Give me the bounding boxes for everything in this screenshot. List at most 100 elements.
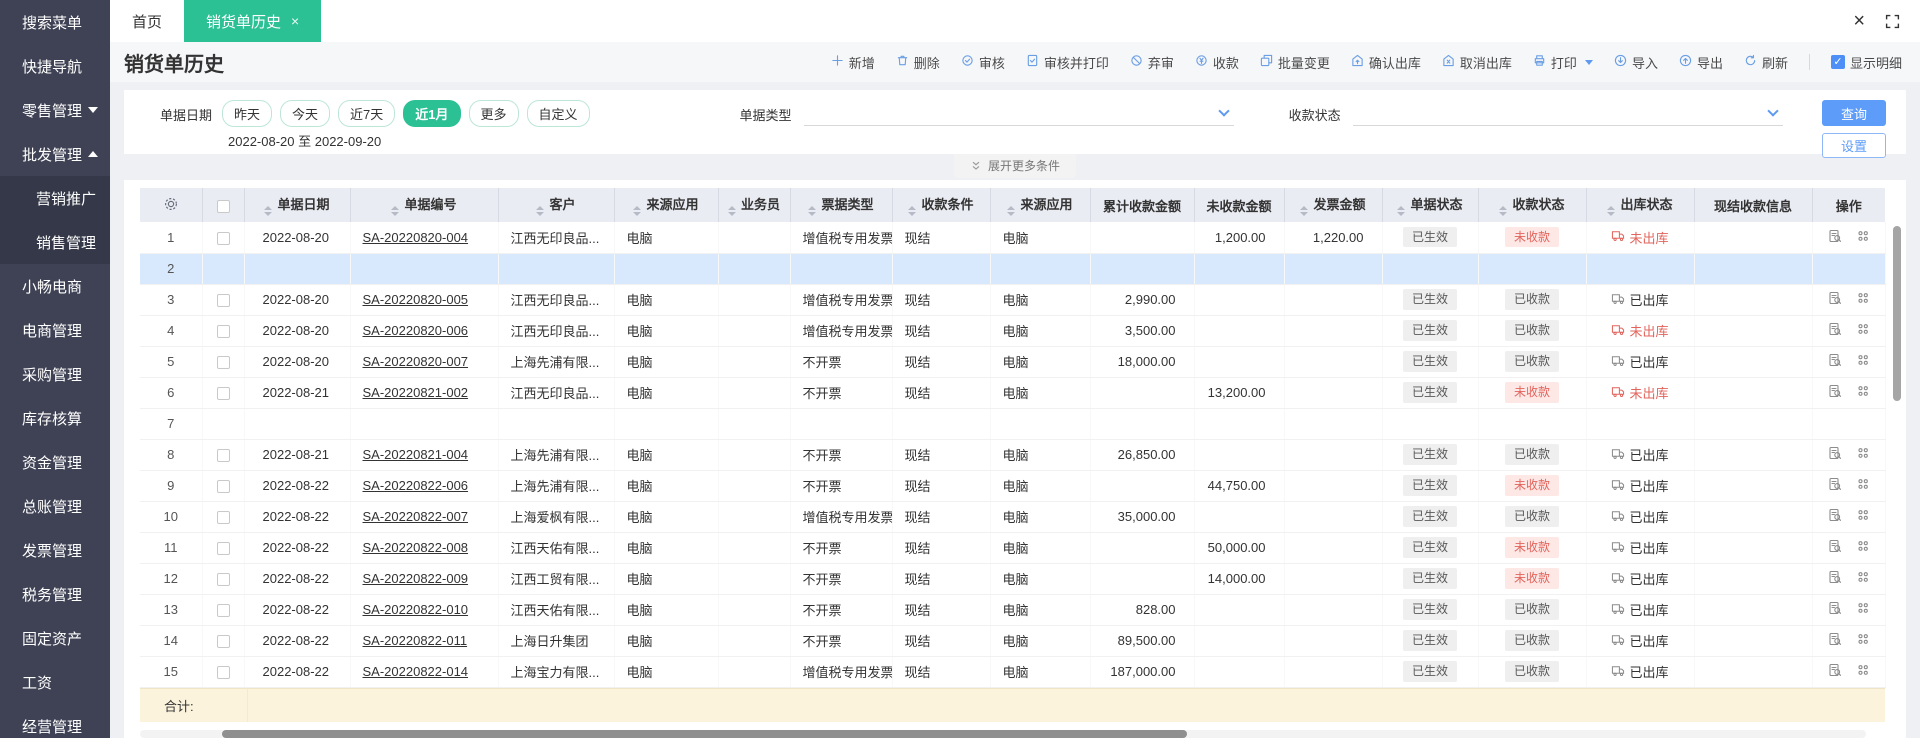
doc-number-link[interactable]: SA-20220821-002 <box>363 385 469 400</box>
view-detail-icon[interactable] <box>1828 446 1842 460</box>
doc-number-link[interactable]: SA-20220822-009 <box>363 571 469 586</box>
vertical-scrollbar-thumb[interactable] <box>1893 226 1901 401</box>
table-row[interactable]: 10 2022-08-22 SA-20220822-007 上海爱枫有限... 电脑 增值… <box>140 501 1886 533</box>
sidebar-item-13[interactable]: 税务管理 <box>0 572 110 616</box>
doc-number-link[interactable]: SA-20220822-014 <box>363 664 469 679</box>
sort-icon[interactable] <box>1607 206 1616 216</box>
date-pill[interactable]: 近1月 <box>403 100 461 127</box>
tab-close-icon[interactable]: × <box>291 13 299 29</box>
horizontal-scrollbar-thumb[interactable] <box>222 730 1187 738</box>
view-detail-icon[interactable] <box>1828 601 1842 615</box>
toolbar-import-button[interactable]: 导入 <box>1614 53 1658 72</box>
more-actions-icon[interactable] <box>1856 477 1870 491</box>
toolbar-audit-print-button[interactable]: 审核并打印 <box>1026 53 1109 72</box>
toolbar-plus-button[interactable]: 新增 <box>831 53 875 72</box>
view-detail-icon[interactable] <box>1828 663 1842 677</box>
toolbar-audit-button[interactable]: 审核 <box>961 53 1005 72</box>
more-actions-icon[interactable] <box>1856 322 1870 336</box>
view-detail-icon[interactable] <box>1828 632 1842 646</box>
view-detail-icon[interactable] <box>1828 508 1842 522</box>
pay-status-select[interactable] <box>1352 100 1783 126</box>
sort-icon[interactable] <box>908 206 917 216</box>
table-row[interactable]: 3 2022-08-20 SA-20220820-005 江西无印良品... 电脑 增值税… <box>140 284 1886 316</box>
checked-checkbox-icon[interactable]: ✓ <box>1830 55 1845 69</box>
sort-icon[interactable] <box>808 206 817 216</box>
settings-button[interactable]: 设置 <box>1822 133 1886 158</box>
toolbar-abandon-button[interactable]: 弃审 <box>1130 53 1174 72</box>
horizontal-scrollbar[interactable] <box>140 730 1866 738</box>
vertical-scrollbar[interactable] <box>1893 226 1903 728</box>
row-checkbox[interactable] <box>216 449 230 463</box>
table-row[interactable]: 11 2022-08-22 SA-20220822-008 江西天佑有限... 电脑 不开… <box>140 532 1886 564</box>
sidebar-item-12[interactable]: 发票管理 <box>0 528 110 572</box>
doc-number-link[interactable]: SA-20220822-006 <box>363 478 469 493</box>
row-checkbox[interactable] <box>216 356 230 370</box>
date-pill[interactable]: 昨天 <box>222 100 273 127</box>
view-detail-icon[interactable] <box>1828 229 1842 243</box>
column-header-source_app[interactable]: 来源应用 <box>614 188 719 222</box>
toolbar-batch-button[interactable]: 批量变更 <box>1260 53 1330 72</box>
doc-number-link[interactable]: SA-20220820-004 <box>363 230 469 245</box>
sidebar-item-9[interactable]: 库存核算 <box>0 396 110 440</box>
select-all-checkbox[interactable] <box>216 199 230 213</box>
doc-number-link[interactable]: SA-20220821-004 <box>363 447 469 462</box>
fullscreen-icon[interactable] <box>1885 14 1900 29</box>
row-checkbox[interactable] <box>216 325 230 339</box>
toolbar-print-button[interactable]: 打印 <box>1533 53 1593 72</box>
sidebar-item-4[interactable]: 营销推广 <box>0 176 110 220</box>
tab-home[interactable]: 首页 <box>110 0 184 42</box>
table-row[interactable]: 6 2022-08-21 SA-20220821-002 江西无印良品... 电脑 不开票… <box>140 377 1886 409</box>
row-checkbox[interactable] <box>216 604 230 618</box>
column-header-payment_terms[interactable]: 收款条件 <box>892 188 991 222</box>
table-row[interactable]: 5 2022-08-20 SA-20220820-007 上海先浦有限... 电脑 不开票… <box>140 346 1886 378</box>
column-header-invoice_type[interactable]: 票据类型 <box>790 188 893 222</box>
date-pill[interactable]: 更多 <box>468 100 519 127</box>
column-header-customer[interactable]: 客户 <box>498 188 615 222</box>
sidebar-item-0[interactable]: 搜索菜单 <box>0 0 110 44</box>
column-header-doc_status[interactable]: 单据状态 <box>1382 188 1479 222</box>
doc-number-link[interactable]: SA-20220822-008 <box>363 540 469 555</box>
column-header-salesperson[interactable]: 业务员 <box>718 188 791 222</box>
show-detail-toggle[interactable]: ✓ 显示明细 <box>1830 53 1902 72</box>
view-detail-icon[interactable] <box>1828 477 1842 491</box>
sort-icon[interactable] <box>727 206 736 216</box>
table-row[interactable]: 1 2022-08-20 SA-20220820-004 江西无印良品... 电脑 增值税… <box>140 222 1886 254</box>
table-row[interactable]: 4 2022-08-20 SA-20220820-006 江西无印良品... 电脑 增值税… <box>140 315 1886 347</box>
more-actions-icon[interactable] <box>1856 632 1870 646</box>
doc-number-link[interactable]: SA-20220822-007 <box>363 509 469 524</box>
table-row[interactable]: 13 2022-08-22 SA-20220822-010 江西天佑有限... 电脑 不开… <box>140 594 1886 626</box>
more-actions-icon[interactable] <box>1856 446 1870 460</box>
doc-type-select[interactable] <box>803 100 1234 126</box>
toolbar-export-button[interactable]: 导出 <box>1679 53 1723 72</box>
column-header-source_app2[interactable]: 来源应用 <box>990 188 1091 222</box>
row-checkbox[interactable] <box>216 387 230 401</box>
row-checkbox[interactable] <box>216 573 230 587</box>
more-actions-icon[interactable] <box>1856 291 1870 305</box>
toolbar-trash-button[interactable]: 删除 <box>896 53 940 72</box>
sort-icon[interactable] <box>264 206 273 216</box>
more-actions-icon[interactable] <box>1856 539 1870 553</box>
sort-icon[interactable] <box>536 206 545 216</box>
sort-icon[interactable] <box>1300 206 1309 216</box>
view-detail-icon[interactable] <box>1828 570 1842 584</box>
more-actions-icon[interactable] <box>1856 570 1870 584</box>
doc-number-link[interactable]: SA-20220820-007 <box>363 354 469 369</box>
row-checkbox[interactable] <box>216 294 230 308</box>
date-pill[interactable]: 自定义 <box>526 100 590 127</box>
more-actions-icon[interactable] <box>1856 353 1870 367</box>
row-checkbox[interactable] <box>216 511 230 525</box>
column-header-receive_status[interactable]: 收款状态 <box>1478 188 1587 222</box>
view-detail-icon[interactable] <box>1828 539 1842 553</box>
row-checkbox[interactable] <box>216 480 230 494</box>
doc-number-link[interactable]: SA-20220820-006 <box>363 323 469 338</box>
column-header-doc_no[interactable]: 单据编号 <box>350 188 499 222</box>
expand-more-conditions[interactable]: 展开更多条件 <box>953 154 1077 178</box>
view-detail-icon[interactable] <box>1828 384 1842 398</box>
row-checkbox[interactable] <box>216 542 230 556</box>
more-actions-icon[interactable] <box>1856 508 1870 522</box>
date-pill[interactable]: 今天 <box>280 100 331 127</box>
sidebar-item-1[interactable]: 快捷导航 <box>0 44 110 88</box>
column-settings-gear-icon[interactable] <box>164 197 178 214</box>
tab-sales-history[interactable]: 销货单历史 × <box>184 0 322 42</box>
sidebar-item-10[interactable]: 资金管理 <box>0 440 110 484</box>
